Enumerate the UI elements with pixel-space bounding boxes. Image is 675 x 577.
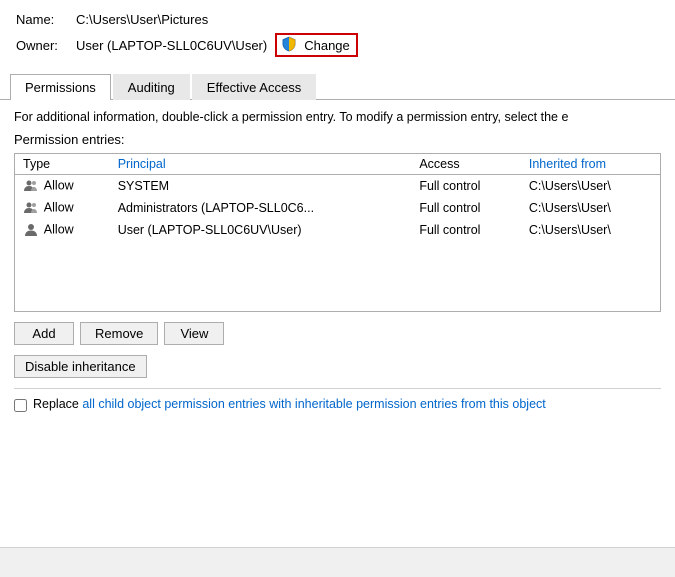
row-principal-0: SYSTEM <box>110 175 412 198</box>
owner-value: User (LAPTOP-SLL0C6UV\User) <box>76 38 267 53</box>
row-type: Allow <box>15 175 110 198</box>
users-icon-2 <box>23 200 44 214</box>
name-value: C:\Users\User\Pictures <box>76 12 208 27</box>
info-section: Name: C:\Users\User\Pictures Owner: User… <box>0 0 675 69</box>
row-principal-2: User (LAPTOP-SLL0C6UV\User) <box>110 219 412 241</box>
row-access-0: Full control <box>411 175 521 198</box>
replace-checkbox[interactable] <box>14 399 27 412</box>
table-row[interactable]: Allow SYSTEM Full control C:\Users\User\ <box>15 175 660 198</box>
change-button-wrap: Change <box>275 33 358 57</box>
change-button[interactable]: Change <box>302 37 352 54</box>
col-type: Type <box>15 154 110 175</box>
disable-inheritance-button[interactable]: Disable inheritance <box>14 355 147 378</box>
action-buttons: Add Remove View <box>14 322 661 345</box>
row-inherited-0: C:\Users\User\ <box>521 175 660 198</box>
tab-effective-access[interactable]: Effective Access <box>192 74 316 100</box>
table-row[interactable]: Allow User (LAPTOP-SLL0C6UV\User) Full c… <box>15 219 660 241</box>
col-access: Access <box>411 154 521 175</box>
replace-checkbox-row: Replace all child object permission entr… <box>14 397 661 412</box>
owner-row: Owner: User (LAPTOP-SLL0C6UV\User) Chang… <box>16 33 659 57</box>
dialog: Name: C:\Users\User\Pictures Owner: User… <box>0 0 675 577</box>
remove-button[interactable]: Remove <box>80 322 158 345</box>
row-access-2: Full control <box>411 219 521 241</box>
user-icon-single <box>23 222 44 236</box>
tab-auditing[interactable]: Auditing <box>113 74 190 100</box>
shield-icon <box>281 36 299 54</box>
bottom-bar <box>0 547 675 577</box>
info-text: For additional information, double-click… <box>14 110 661 124</box>
table-row[interactable]: Allow Administrators (LAPTOP-SLL0C6... F… <box>15 197 660 219</box>
name-row: Name: C:\Users\User\Pictures <box>16 12 659 27</box>
checkbox-label: Replace all child object permission entr… <box>33 397 546 411</box>
row-inherited-1: C:\Users\User\ <box>521 197 660 219</box>
tabs-bar: Permissions Auditing Effective Access <box>0 73 675 100</box>
add-button[interactable]: Add <box>14 322 74 345</box>
row-type-1: Allow <box>15 197 110 219</box>
permission-table-wrap: Type Principal Access Inherited from <box>14 153 661 312</box>
name-label: Name: <box>16 12 76 27</box>
row-type-2: Allow <box>15 219 110 241</box>
divider <box>14 388 661 389</box>
view-button[interactable]: View <box>164 322 224 345</box>
users-icon <box>23 178 44 192</box>
row-principal-1: Administrators (LAPTOP-SLL0C6... <box>110 197 412 219</box>
empty-area <box>15 241 660 311</box>
content-area: For additional information, double-click… <box>0 100 675 547</box>
row-inherited-2: C:\Users\User\ <box>521 219 660 241</box>
owner-label: Owner: <box>16 38 76 53</box>
section-label: Permission entries: <box>14 132 661 147</box>
tab-permissions[interactable]: Permissions <box>10 74 111 100</box>
col-principal: Principal <box>110 154 412 175</box>
permission-table: Type Principal Access Inherited from <box>15 154 660 241</box>
row-access-1: Full control <box>411 197 521 219</box>
checkbox-blue-text: all child object permission entries with… <box>82 397 545 411</box>
col-inherited: Inherited from <box>521 154 660 175</box>
